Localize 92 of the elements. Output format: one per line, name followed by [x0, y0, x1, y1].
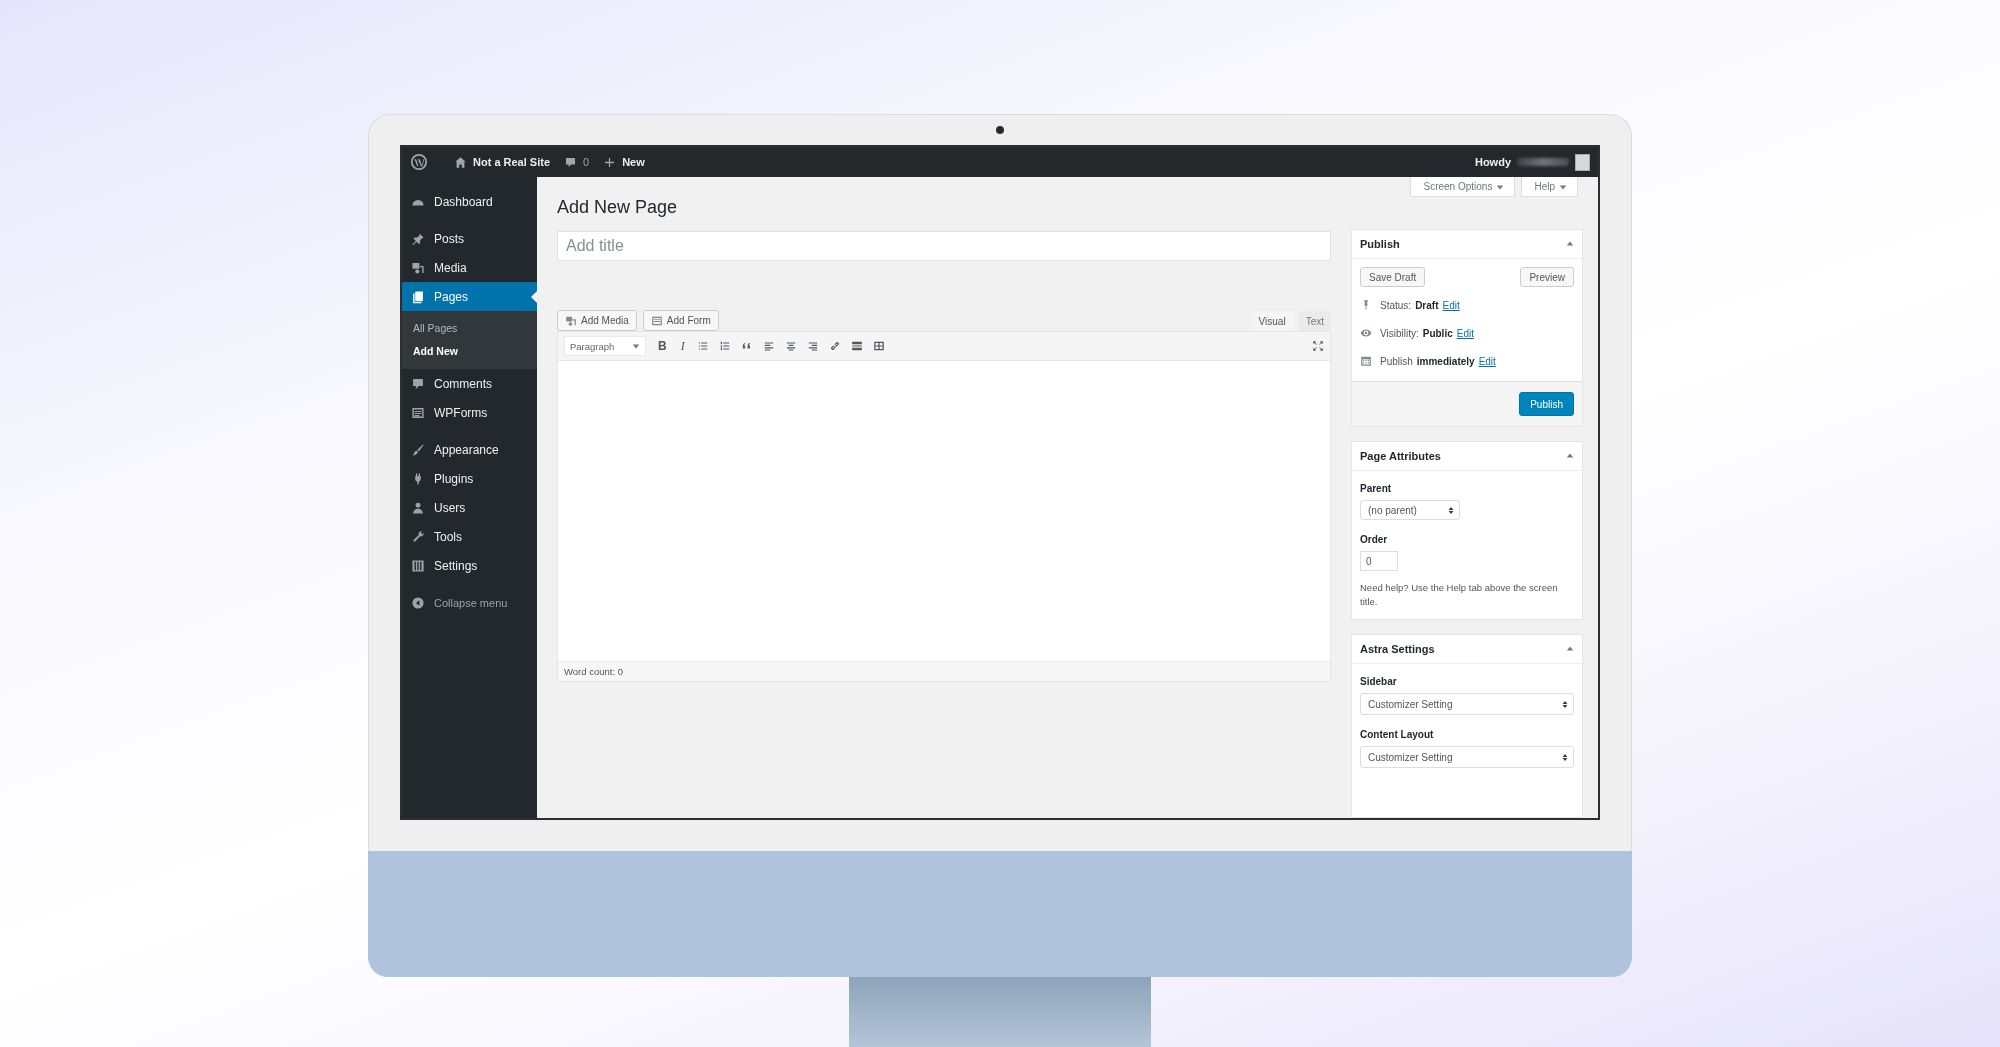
menu-item[interactable]: Comments	[402, 369, 537, 398]
camera-dot	[996, 126, 1004, 134]
panel-title: Astra Settings	[1360, 643, 1435, 655]
document-icon	[411, 289, 425, 304]
site-name-link[interactable]: Not a Real Site	[473, 156, 551, 168]
editor-tab[interactable]: Visual	[1251, 311, 1293, 331]
word-count: Word count: 0	[564, 666, 623, 677]
field-label: Order	[1360, 534, 1388, 545]
edit-link[interactable]: Edit	[1478, 355, 1496, 367]
comment-count: 0	[583, 156, 590, 168]
edit-link[interactable]: Edit	[1456, 327, 1474, 339]
editor-tab[interactable]: Text	[1298, 311, 1331, 331]
plus-icon[interactable]	[603, 155, 617, 169]
link-icon[interactable]	[828, 340, 841, 352]
help-text: Need help? Use the Help tab above the screen title.	[1360, 581, 1559, 609]
menu-item[interactable]: Tools	[402, 522, 537, 551]
setting-select[interactable]: Customizer Setting	[1360, 693, 1574, 715]
fullscreen-icon[interactable]	[1312, 340, 1324, 352]
new-link[interactable]: New	[622, 156, 645, 168]
logo-icon[interactable]	[410, 153, 428, 171]
sliders-icon	[411, 558, 425, 573]
calendar-icon	[1360, 355, 1372, 367]
wrench-icon	[411, 529, 425, 544]
user-icon	[411, 500, 425, 515]
screen-tab[interactable]: Help	[1521, 177, 1578, 197]
menu-item[interactable]: Users	[402, 493, 537, 522]
numbered-list-icon[interactable]	[718, 340, 731, 352]
save-draft-button[interactable]: Save Draft	[1360, 267, 1426, 287]
panel-title: Page Attributes	[1360, 450, 1441, 462]
toolbar-toggle-icon[interactable]	[872, 340, 885, 352]
menu-item[interactable]: Appearance	[402, 435, 537, 464]
home-icon[interactable]	[454, 155, 467, 169]
select-arrows-icon	[1562, 699, 1568, 709]
menu-item[interactable]: Settings	[402, 551, 537, 580]
row-label: Status:	[1380, 299, 1412, 311]
select-arrows-icon	[1562, 752, 1568, 762]
menu-item[interactable]: Dashboard	[402, 187, 537, 216]
greeting: Howdy	[1474, 156, 1511, 168]
select-arrows-icon	[1448, 505, 1454, 515]
format-button[interactable]: B	[656, 339, 669, 353]
publish-button[interactable]: Publish	[1519, 392, 1574, 416]
menu-item[interactable]: Pages	[402, 282, 537, 311]
title-field[interactable]: Add title	[557, 231, 1331, 261]
form-icon	[650, 314, 663, 327]
menu-item[interactable]: Posts	[402, 224, 537, 253]
field-label: Parent	[1360, 483, 1392, 494]
order-field[interactable]: 0	[1360, 551, 1398, 571]
align-left-icon[interactable]	[762, 340, 775, 352]
row-value: Public	[1422, 327, 1453, 339]
media-button[interactable]: Add Media	[557, 310, 637, 331]
media-button[interactable]: Add Form	[642, 310, 719, 331]
row-label: Visibility:	[1380, 327, 1419, 339]
media-icon	[411, 260, 425, 275]
eye-icon	[1360, 327, 1372, 339]
row-value: Draft	[1415, 299, 1439, 311]
format-select[interactable]: Paragraph	[564, 336, 646, 356]
media-icon	[565, 314, 577, 327]
preview-button[interactable]: Preview	[1520, 267, 1574, 287]
read-more-icon[interactable]	[850, 340, 863, 352]
brush-icon	[411, 442, 425, 457]
menu-item[interactable]: Plugins	[402, 464, 537, 493]
speech-bubble-icon	[411, 376, 425, 391]
caret-icon[interactable]	[1566, 452, 1574, 460]
caret-icon[interactable]	[1566, 645, 1574, 653]
caret-icon	[1559, 182, 1567, 191]
parent-select[interactable]: (no parent)	[1360, 500, 1460, 520]
page-title: Add New Page	[557, 196, 679, 219]
field-label: Sidebar	[1360, 676, 1397, 687]
row-value: immediately	[1416, 355, 1475, 367]
align-right-icon[interactable]	[806, 340, 819, 352]
format-button[interactable]: I	[678, 338, 687, 354]
align-center-icon[interactable]	[784, 340, 797, 352]
submenu-item[interactable]: All Pages	[402, 316, 537, 339]
caret-icon	[1496, 182, 1505, 191]
panel-title: Publish	[1360, 238, 1400, 250]
collapse-menu-button[interactable]: Collapse menu	[402, 588, 537, 617]
collapse-icon	[411, 595, 425, 610]
form-icon	[411, 405, 425, 420]
screen-tab[interactable]: Screen Options	[1410, 177, 1516, 197]
menu-item[interactable]: Media	[402, 253, 537, 282]
setting-select[interactable]: Customizer Setting	[1360, 746, 1574, 768]
pin-icon	[411, 231, 425, 246]
caret-icon	[632, 342, 640, 350]
row-label: Publish	[1380, 355, 1413, 367]
avatar-icon[interactable]	[1575, 153, 1590, 171]
speech-bubble-icon[interactable]	[564, 155, 578, 169]
field-label: Content Layout	[1360, 729, 1434, 740]
edit-link[interactable]: Edit	[1442, 299, 1460, 311]
submenu-item[interactable]: Add New	[402, 339, 537, 362]
menu-item[interactable]: WPForms	[402, 398, 537, 427]
caret-icon[interactable]	[1566, 240, 1574, 248]
blurred-name	[1517, 158, 1569, 166]
